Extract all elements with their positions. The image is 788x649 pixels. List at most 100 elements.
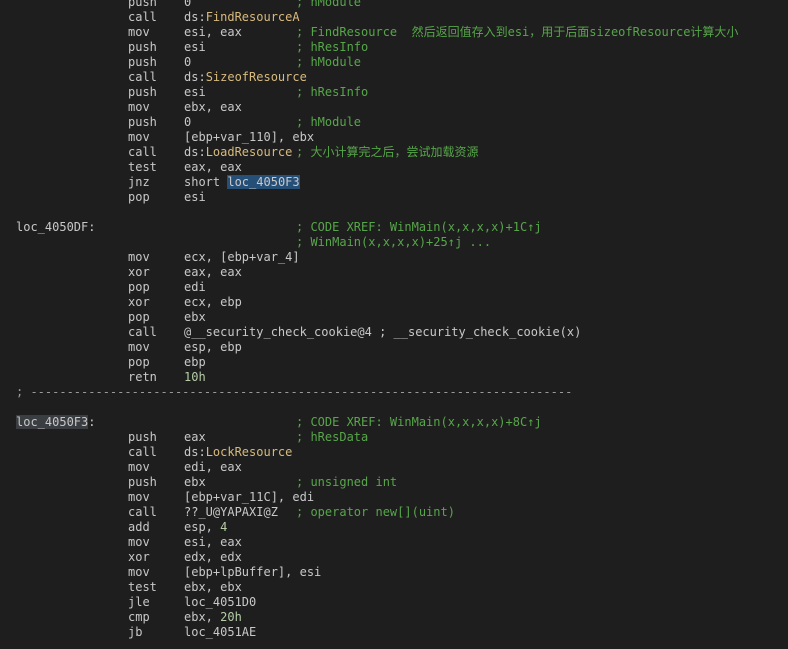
code-line[interactable]: ; WinMain(x,x,x,x)+25↑j ... — [0, 235, 788, 250]
operand[interactable]: esi, eax — [184, 25, 242, 40]
code-line[interactable]: pop esi — [0, 190, 788, 205]
code-line[interactable]: retn 10h — [0, 370, 788, 385]
code-line[interactable]: loc_4050DF: ; CODE XREF: WinMain(x,x,x,x)… — [0, 220, 788, 235]
operand[interactable]: short loc_4050F3 — [184, 175, 300, 190]
operand[interactable]: ebx — [184, 310, 206, 325]
code-line[interactable]: push esi ; hResInfo — [0, 40, 788, 55]
operand[interactable]: [ebp+var_110], ebx — [184, 130, 314, 145]
operand[interactable]: esi — [184, 40, 206, 55]
code-line[interactable]: mov [ebp+var_110], ebx — [0, 130, 788, 145]
code-line[interactable]: mov esi, eax — [0, 535, 788, 550]
mnemonic: mov — [128, 565, 150, 579]
code-line[interactable]: jnz short loc_4050F3 — [0, 175, 788, 190]
api-name[interactable]: FindResourceA — [206, 10, 300, 24]
code-line[interactable]: pop edi — [0, 280, 788, 295]
code-line[interactable]: mov ecx, [ebp+var_4] — [0, 250, 788, 265]
operand[interactable]: edi — [184, 280, 206, 295]
operand[interactable]: esi — [184, 190, 206, 205]
disassembly-view[interactable]: push 0; hModule call ds:FindResourceA mov esi… — [0, 0, 788, 649]
code-line[interactable]: call ds:LockResource — [0, 445, 788, 460]
operand[interactable]: edx, edx — [184, 550, 242, 565]
operand[interactable]: 0 — [184, 0, 191, 10]
code-line[interactable]: mov esp, ebp — [0, 340, 788, 355]
api-name[interactable]: LoadResource — [206, 145, 293, 159]
comment: ; WinMain(x,x,x,x)+25↑j ... — [296, 235, 492, 249]
operand[interactable]: ds:LoadResource — [184, 145, 292, 160]
code-line[interactable]: xor ecx, ebp — [0, 295, 788, 310]
code-line[interactable]: mov ebx, eax — [0, 100, 788, 115]
code-line[interactable]: mov [ebp+lpBuffer], esi — [0, 565, 788, 580]
code-line[interactable]: add esp, 4 — [0, 520, 788, 535]
operand-text: edi, eax — [184, 460, 242, 474]
operand-text: [ebp+var_110], ebx — [184, 130, 315, 144]
code-line[interactable] — [0, 205, 788, 220]
code-line[interactable]: pop ebp — [0, 355, 788, 370]
operand[interactable]: ds:LockResource — [184, 445, 292, 460]
mnemonic: push — [128, 0, 157, 9]
code-line[interactable]: cmp ebx, 20h — [0, 610, 788, 625]
operand[interactable]: eax, eax — [184, 265, 242, 280]
operand[interactable]: loc_4051AE — [184, 625, 256, 640]
operand[interactable]: edi, eax — [184, 460, 242, 475]
code-line[interactable]: push 0 ; hModule — [0, 0, 788, 10]
code-line[interactable]: jb loc_4051AE — [0, 625, 788, 640]
code-line[interactable]: push esi ; hResInfo — [0, 85, 788, 100]
code-line[interactable]: mov edi, eax — [0, 460, 788, 475]
operand-text: ecx, [ebp+var_4] — [184, 250, 300, 264]
operand-text: 0 — [184, 115, 192, 129]
operand[interactable]: 0 — [184, 115, 191, 130]
operand[interactable]: ebp — [184, 355, 206, 370]
mnemonic: mov — [128, 25, 150, 39]
operand[interactable]: ebx, 20h — [184, 610, 242, 625]
code-line[interactable]: loc_4050F3: ; CODE XREF: WinMain(x,x,x,x)… — [0, 415, 788, 430]
operand[interactable]: ecx, ebp — [184, 295, 242, 310]
operand[interactable]: [ebp+var_11C], edi — [184, 490, 314, 505]
code-line[interactable]: push ebx ; unsigned int — [0, 475, 788, 490]
code-line[interactable]: xor edx, edx — [0, 550, 788, 565]
code-line[interactable]: mov esi, eax ; FindResource 然后返回值存入到esi，用于… — [0, 25, 788, 40]
operand[interactable]: esp, 4 — [184, 520, 227, 535]
api-name[interactable]: SizeofResource — [206, 70, 307, 84]
operand[interactable]: 10h — [184, 370, 206, 385]
comment: ; operator new[](uint) — [296, 505, 455, 519]
operand[interactable]: @__security_check_cookie@4 ; __security_… — [184, 325, 581, 340]
highlighted-reference[interactable]: loc — [227, 175, 250, 189]
operand[interactable]: ebx — [184, 475, 206, 490]
operand[interactable]: ds:FindResourceA — [184, 10, 300, 25]
code-line[interactable]: push eax ; hResData — [0, 430, 788, 445]
operand[interactable]: ecx, [ebp+var_4] — [184, 250, 300, 265]
code-line[interactable]: call @__security_check_cookie@4 ; __secur… — [0, 325, 788, 340]
operand[interactable]: eax, eax — [184, 160, 242, 175]
operand[interactable]: esi, eax — [184, 535, 242, 550]
operand[interactable]: ??_U@YAPAXI@Z — [184, 505, 278, 520]
code-label[interactable]: loc_4050F3: — [16, 415, 95, 430]
code-line[interactable]: test eax, eax — [0, 160, 788, 175]
operand[interactable]: esi — [184, 85, 206, 100]
operand[interactable]: ebx, ebx — [184, 580, 242, 595]
code-label[interactable]: loc_4050DF: — [16, 220, 95, 235]
highlighted-label[interactable]: loc_4050F3 — [16, 415, 89, 429]
operand[interactable]: 0 — [184, 55, 191, 70]
code-line[interactable]: ; --------------------------------------… — [0, 385, 788, 400]
operand[interactable]: ds:SizeofResource — [184, 70, 307, 85]
code-line[interactable]: call ds:SizeofResource — [0, 70, 788, 85]
operand[interactable]: eax — [184, 430, 206, 445]
code-line[interactable]: call ??_U@YAPAXI@Z ; operator new[](uint) — [0, 505, 788, 520]
operand[interactable]: esp, ebp — [184, 340, 242, 355]
code-line[interactable]: xor eax, eax — [0, 265, 788, 280]
operand[interactable]: ebx, eax — [184, 100, 242, 115]
code-line[interactable]: mov [ebp+var_11C], edi — [0, 490, 788, 505]
mnemonic: cmp — [128, 610, 150, 624]
operand[interactable]: loc_4051D0 — [184, 595, 256, 610]
code-line[interactable]: push 0 ; hModule — [0, 55, 788, 70]
highlighted-reference-tail[interactable]: _4050F3 — [249, 175, 300, 189]
api-name[interactable]: LockResource — [206, 445, 293, 459]
code-line[interactable]: pop ebx — [0, 310, 788, 325]
code-line[interactable]: jle loc_4051D0 — [0, 595, 788, 610]
code-line[interactable]: call ds:FindResourceA — [0, 10, 788, 25]
code-line[interactable]: push 0 ; hModule — [0, 115, 788, 130]
code-line[interactable]: call ds:LoadResource; 大小计算完之后，尝试加载资源 — [0, 145, 788, 160]
code-line[interactable]: test ebx, ebx — [0, 580, 788, 595]
code-line[interactable] — [0, 400, 788, 415]
operand[interactable]: [ebp+lpBuffer], esi — [184, 565, 321, 580]
